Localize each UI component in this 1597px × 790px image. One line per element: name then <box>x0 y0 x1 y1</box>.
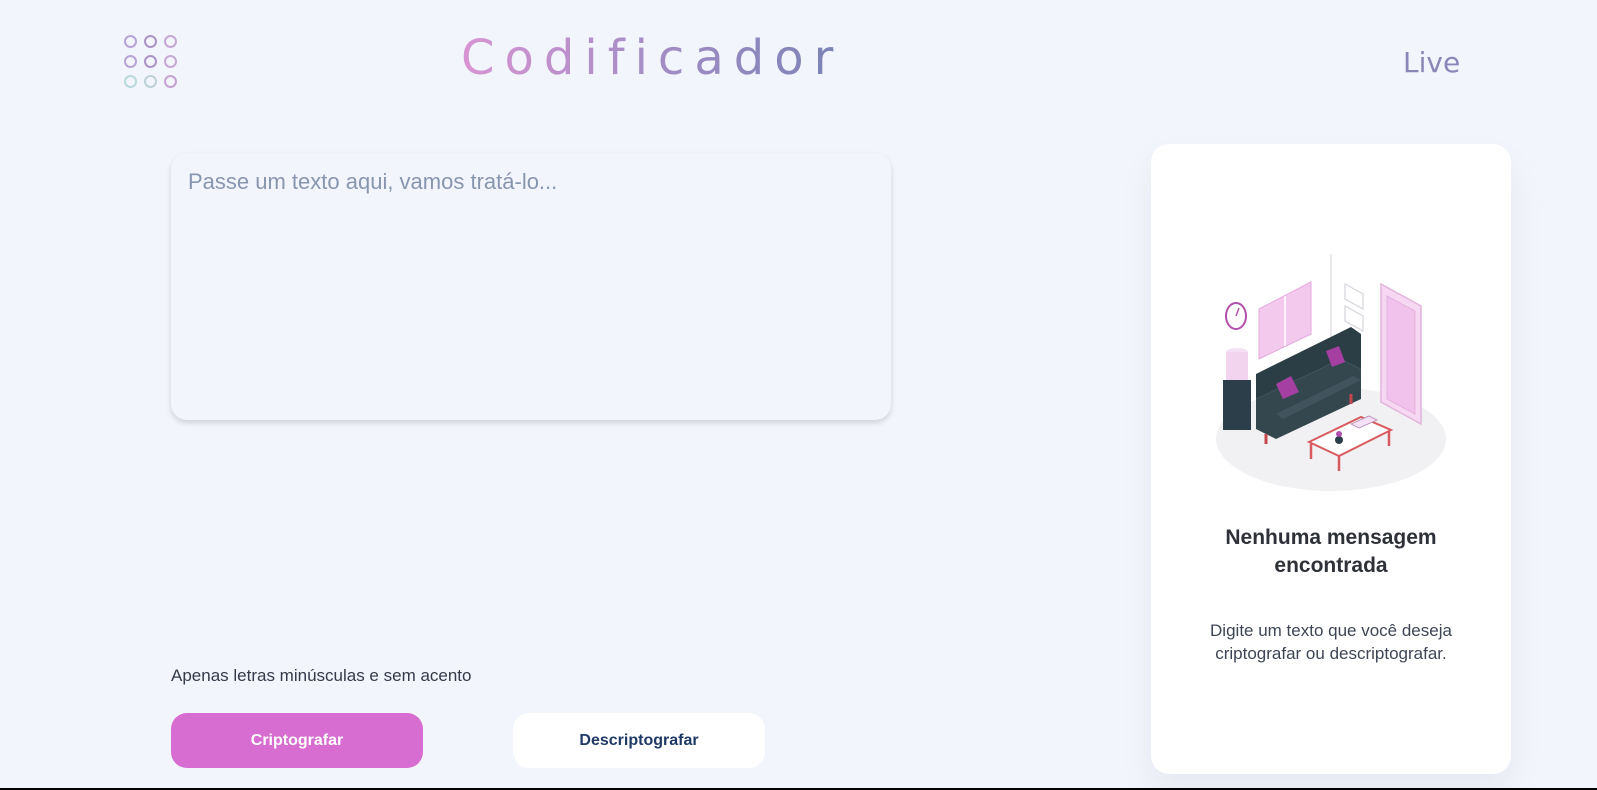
empty-state-description: Digite um texto que você deseja criptogr… <box>1210 621 1452 663</box>
hint-text: Apenas letras minúsculas e sem acento <box>171 666 472 685</box>
encrypt-button[interactable]: Criptografar <box>171 713 423 768</box>
logo-icon <box>124 35 177 88</box>
hint-message: Apenas letras minúsculas e sem acento <box>171 666 472 686</box>
output-panel: Nenhuma mensagem encontrada Digite um te… <box>1151 144 1511 774</box>
decrypt-button[interactable]: Descriptografar <box>513 713 765 768</box>
empty-state-title: Nenhuma mensagem encontrada <box>1225 526 1437 577</box>
page-title: Codificador <box>461 30 844 86</box>
text-input[interactable] <box>171 153 891 420</box>
live-link[interactable]: Live <box>1403 46 1460 79</box>
text-input-container <box>171 153 891 420</box>
empty-room-illustration <box>1216 254 1446 491</box>
